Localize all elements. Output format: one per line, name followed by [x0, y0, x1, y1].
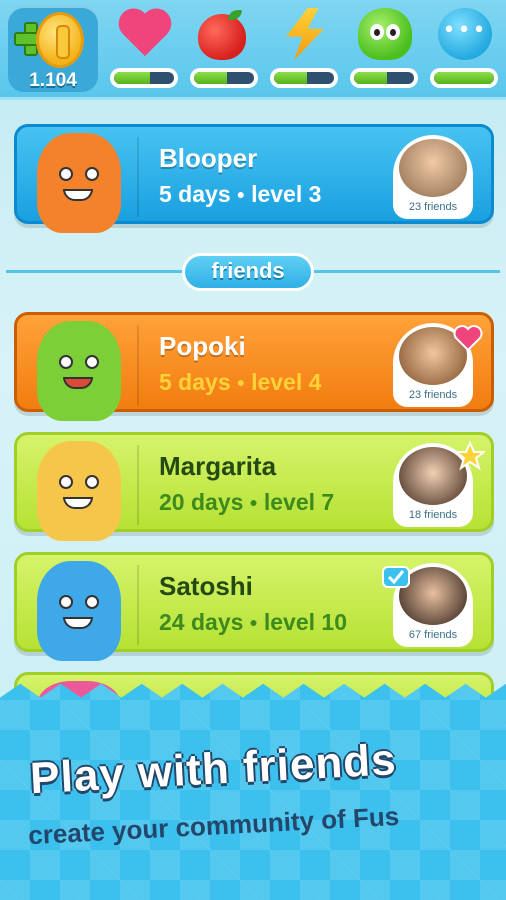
coin-count: 1.104: [29, 70, 77, 91]
margarita-character: [37, 441, 121, 541]
satoshi-character: [37, 561, 121, 661]
chat-bubble-icon: [438, 8, 492, 60]
stat-energy[interactable]: [268, 8, 340, 88]
stat-hearts[interactable]: [108, 8, 180, 88]
friend-name: Popoki: [159, 331, 246, 361]
apple-icon: [198, 10, 246, 60]
friends-count: 18 friends: [408, 509, 458, 521]
mood-bar: [350, 68, 418, 88]
profile-photo: [399, 139, 467, 197]
blooper-character: [37, 133, 121, 233]
friend-card[interactable]: Margarita 20 days ● level 7 18 friends: [14, 432, 494, 541]
lightning-icon: [286, 8, 324, 60]
my-profile-card[interactable]: Blooper 5 days ● level 3 23 friends: [14, 124, 494, 233]
friend-name: Margarita: [159, 451, 277, 481]
player-stats: 5 days ● level 3: [159, 181, 322, 207]
energy-bar: [270, 68, 338, 88]
friend-stats: 5 days ● level 4: [159, 369, 322, 395]
social-bar: [430, 68, 498, 88]
stat-mood[interactable]: [348, 8, 420, 88]
hearts-bar: [110, 68, 178, 88]
friend-name: Satoshi: [159, 571, 253, 601]
heart-badge-icon: [453, 325, 483, 351]
top-bar: 1.104: [0, 0, 506, 100]
stat-food[interactable]: [188, 8, 260, 88]
coin-counter[interactable]: 1.104: [8, 6, 98, 92]
check-badge-icon: [382, 566, 410, 588]
heart-icon: [118, 8, 172, 60]
avatar[interactable]: 23 friends: [393, 135, 473, 219]
stat-social[interactable]: [428, 8, 500, 88]
friends-section-label: friends: [182, 253, 314, 291]
blob-face-icon: [358, 8, 412, 60]
friends-count: 23 friends: [408, 389, 458, 401]
food-bar: [190, 68, 258, 88]
coin-icon: [36, 12, 84, 68]
player-name: Blooper: [159, 143, 258, 173]
friend-card[interactable]: Satoshi 24 days ● level 10 67 friends: [14, 552, 494, 661]
friend-stats: 24 days ● level 10: [159, 609, 348, 635]
popoki-character: [37, 321, 121, 421]
friends-count: 23 friends: [408, 201, 458, 213]
friend-card[interactable]: Popoki 5 days ● level 4 23 friends: [14, 312, 494, 421]
star-badge-icon: [455, 441, 485, 471]
friends-count: 67 friends: [408, 629, 458, 641]
friend-stats: 20 days ● level 7: [159, 489, 335, 515]
